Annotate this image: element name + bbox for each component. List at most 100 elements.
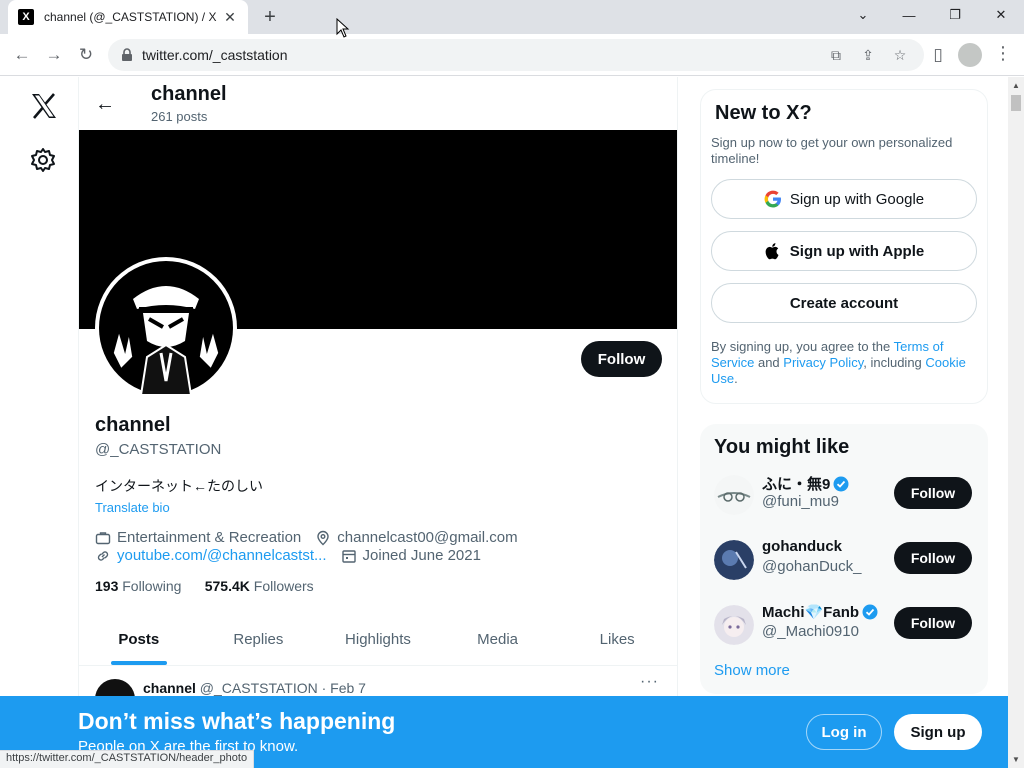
tab-replies[interactable]: Replies	[199, 613, 319, 665]
briefcase-icon	[95, 531, 111, 544]
profile-website-link[interactable]: youtube.com/@channelcastst...	[117, 547, 327, 564]
reload-icon[interactable]: ↻	[74, 43, 98, 67]
tab-search-icon[interactable]: ⌄	[840, 0, 886, 30]
avatar-illustration-icon	[99, 261, 233, 396]
restore-icon[interactable]: ❐	[932, 0, 978, 30]
google-signup-label: Sign up with Google	[789, 190, 925, 208]
tweet-header: channel @_CASTSTATION · Feb 7	[143, 680, 366, 696]
browser-tab[interactable]: X channel (@_CASTSTATION) / X ✕	[8, 0, 248, 34]
back-arrow-icon[interactable]: ←	[95, 93, 115, 116]
verified-badge-icon	[833, 476, 849, 491]
tab-highlights[interactable]: Highlights	[318, 613, 438, 665]
user-avatar[interactable]	[714, 540, 754, 580]
apple-signup-label: Sign up with Apple	[789, 242, 925, 260]
signup-title: New to X?	[715, 102, 812, 124]
bottom-bar-title: Don’t miss what’s happening	[78, 708, 396, 734]
google-signup-button[interactable]: Sign up with Google	[711, 179, 977, 219]
browser-menu-icon[interactable]: ⋮	[994, 43, 1012, 64]
verified-badge-icon	[862, 604, 878, 620]
profile-joined: Joined June 2021	[362, 547, 481, 564]
tab-close-icon[interactable]: ✕	[222, 9, 238, 26]
user-handle: @gohanDuck_	[762, 558, 862, 575]
profile-avatar[interactable]	[95, 257, 237, 399]
location-pin-icon	[317, 530, 329, 545]
privacy-policy-link[interactable]: Privacy Policy	[783, 355, 863, 370]
signup-terms: By signing up, you agree to the Terms of…	[711, 339, 966, 386]
link-icon	[97, 550, 109, 561]
page-scrollbar[interactable]: ▲ ▼	[1008, 77, 1024, 768]
following-link[interactable]: 193 Following	[95, 578, 181, 594]
settings-gear-icon[interactable]	[30, 147, 56, 173]
signup-subtitle: Sign up now to get your own personalized…	[711, 135, 953, 166]
tab-likes[interactable]: Likes	[557, 613, 677, 665]
left-nav	[0, 77, 78, 768]
follow-user-button[interactable]: Follow	[894, 477, 972, 509]
login-button[interactable]: Log in	[806, 714, 882, 750]
suggested-user[interactable]: Machi💎Fanb @_Machi0910 Follow	[714, 601, 974, 666]
google-icon	[764, 190, 781, 208]
posts-count: 261 posts	[151, 109, 208, 124]
more-options-icon[interactable]: ···	[640, 673, 659, 691]
url-text: twitter.com/_caststation	[142, 47, 288, 63]
profile-handle: @_CASTSTATION	[95, 441, 222, 458]
side-panel-icon[interactable]: ▯	[926, 43, 950, 67]
open-external-icon[interactable]: ⧉	[824, 43, 848, 67]
share-icon[interactable]: ⇪	[856, 43, 880, 67]
translate-bio-link[interactable]: Translate bio	[95, 500, 170, 515]
suggested-user[interactable]: ふに・無9 @funi_mu9 Follow	[714, 471, 974, 536]
apple-icon	[765, 243, 779, 260]
profile-category: Entertainment & Recreation	[117, 529, 302, 546]
forward-nav-icon[interactable]: →	[42, 43, 66, 67]
profile-header-bar: ← channel 261 posts	[79, 77, 677, 130]
user-avatar[interactable]	[714, 475, 754, 515]
page: ← channel 261 posts Follow channel @_CAS…	[0, 77, 1024, 768]
apple-signup-button[interactable]: Sign up with Apple	[711, 231, 977, 271]
create-account-button[interactable]: Create account	[711, 283, 977, 323]
followers-link[interactable]: 575.4K Followers	[205, 578, 314, 594]
x-favicon-icon: X	[18, 9, 34, 25]
profile-bio: インターネット←たのしい	[95, 478, 263, 494]
scroll-down-icon[interactable]: ▼	[1012, 755, 1020, 764]
minimize-icon[interactable]: —	[886, 0, 932, 30]
browser-tabbar: X channel (@_CASTSTATION) / X ✕ + ⌄ — ❐ …	[0, 0, 1024, 34]
you-might-like-card: You might like ふに・無9 @funi_mu9 Follow go…	[700, 424, 988, 694]
calendar-icon	[341, 549, 356, 563]
tab-posts[interactable]: Posts	[79, 613, 199, 665]
x-logo-icon[interactable]	[29, 91, 59, 121]
scrollbar-thumb[interactable]	[1011, 95, 1021, 111]
window-close-icon[interactable]: ✕	[978, 0, 1024, 30]
user-name: gohanduck	[762, 538, 843, 555]
signup-button[interactable]: Sign up	[894, 714, 982, 750]
you-might-like-title: You might like	[714, 436, 850, 458]
status-bar-url: https://twitter.com/_CASTSTATION/header_…	[0, 750, 255, 768]
user-handle: @funi_mu9	[762, 493, 839, 510]
tab-title: channel (@_CASTSTATION) / X	[44, 10, 217, 24]
signup-card: New to X? Sign up now to get your own pe…	[700, 89, 988, 404]
mouse-cursor-icon	[336, 18, 350, 38]
user-name: Machi💎Fanb	[762, 603, 878, 621]
suggested-user[interactable]: gohanduck @gohanDuck_ Follow	[714, 536, 974, 601]
user-handle: @_Machi0910	[762, 623, 859, 640]
scroll-up-icon[interactable]: ▲	[1012, 81, 1020, 90]
bookmark-star-icon[interactable]: ☆	[888, 43, 912, 67]
right-sidebar: New to X? Sign up now to get your own pe…	[700, 89, 988, 694]
profile-avatar-icon[interactable]	[958, 43, 982, 67]
follow-button[interactable]: Follow	[581, 341, 662, 377]
browser-toolbar: ← → ↻ twitter.com/_caststation ⧉ ⇪ ☆ ▯ ⋮	[0, 34, 1024, 76]
profile-tabs: Posts Replies Highlights Media Likes	[79, 613, 677, 666]
profile-meta-row-1: Entertainment & Recreation channelcast00…	[95, 529, 518, 546]
profile-location: channelcast00@gmail.com	[337, 529, 518, 546]
header-profile-name: channel	[151, 83, 227, 105]
display-name: channel	[95, 414, 171, 436]
user-avatar[interactable]	[714, 605, 754, 645]
lock-icon	[122, 48, 132, 61]
back-nav-icon[interactable]: ←	[10, 43, 34, 67]
follow-user-button[interactable]: Follow	[894, 607, 972, 639]
address-bar[interactable]: twitter.com/_caststation ⧉ ⇪ ☆	[108, 39, 924, 71]
tab-media[interactable]: Media	[438, 613, 558, 665]
new-tab-icon[interactable]: +	[258, 6, 282, 28]
user-name: ふに・無9	[762, 473, 849, 494]
follow-counts: 193 Following 575.4K Followers	[95, 578, 314, 594]
profile-main: ← channel 261 posts Follow channel @_CAS…	[78, 77, 678, 768]
follow-user-button[interactable]: Follow	[894, 542, 972, 574]
